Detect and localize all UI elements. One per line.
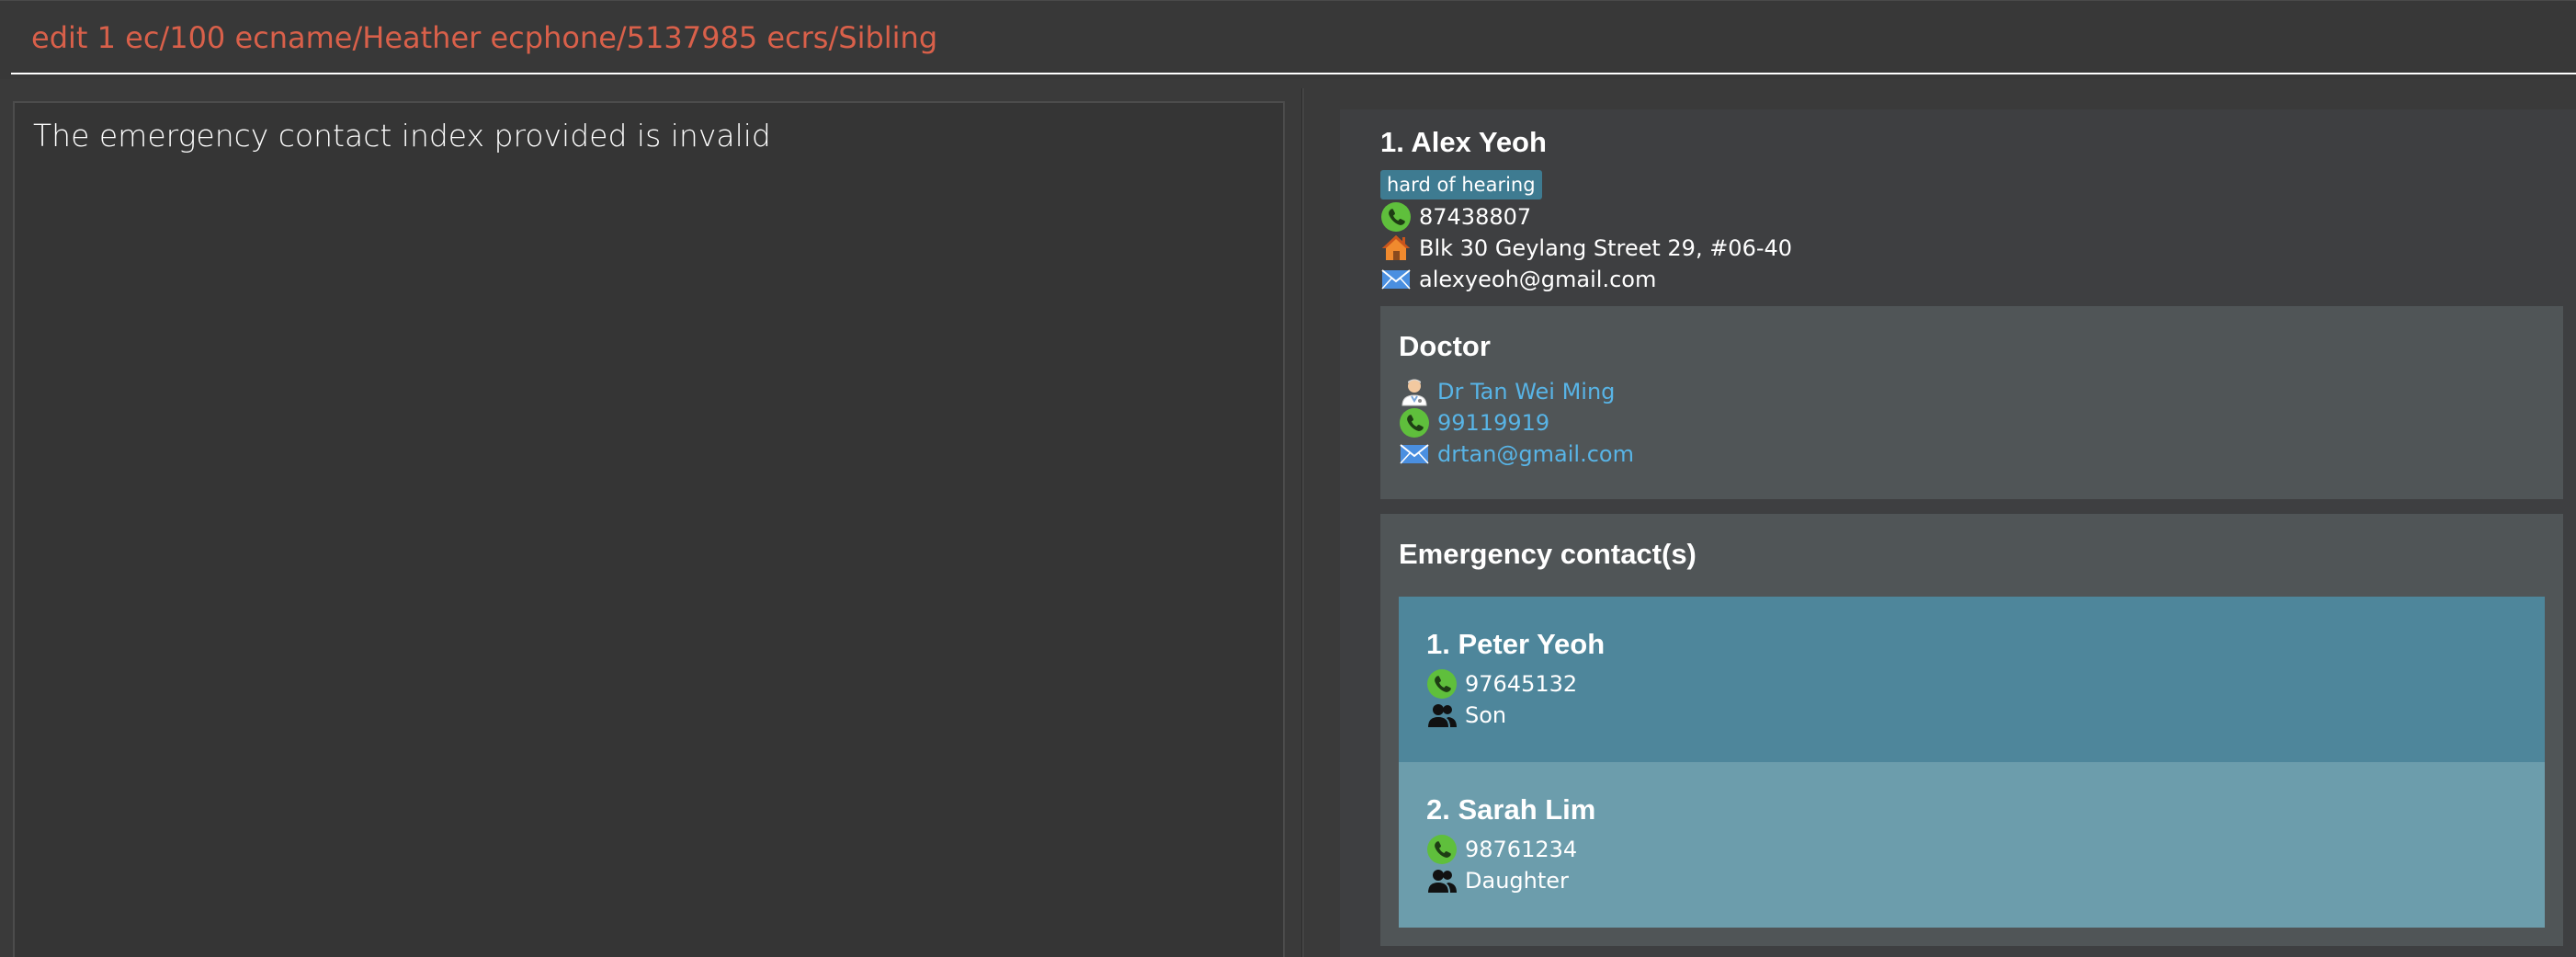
phone-icon xyxy=(1399,407,1430,439)
emergency-contact-phone: 97645132 xyxy=(1465,671,1578,697)
people-icon xyxy=(1426,865,1458,896)
emergency-contact-relationship: Son xyxy=(1465,702,1507,728)
phone-icon xyxy=(1426,668,1458,700)
doctor-name: Dr Tan Wei Ming xyxy=(1437,379,1616,404)
doctor-phone: 99119919 xyxy=(1437,410,1550,436)
emergency-contact-relationship-row: Son xyxy=(1426,700,1506,731)
emergency-contact-relationship-row: Daughter xyxy=(1426,865,1569,896)
emergency-contact-name: 1. Peter Yeoh xyxy=(1426,628,1606,660)
command-input[interactable] xyxy=(11,3,2576,74)
person-email: alexyeoh@gmail.com xyxy=(1419,267,1657,292)
person-address-row: Blk 30 Geylang Street 29, #06-40 xyxy=(1380,233,1792,264)
emergency-contact-card[interactable]: 1. Peter Yeoh 97645132 Son xyxy=(1399,597,2545,762)
person-email-row: alexyeoh@gmail.com xyxy=(1380,264,1656,295)
emergency-contact-relationship: Daughter xyxy=(1465,868,1569,894)
emergency-contacts-heading: Emergency contact(s) xyxy=(1399,538,1697,570)
emergency-contact-phone: 98761234 xyxy=(1465,837,1578,862)
emergency-contacts-section: Emergency contact(s) 1. Peter Yeoh 97645… xyxy=(1380,514,2563,946)
command-box xyxy=(0,0,2576,79)
doctor-phone-row: 99119919 xyxy=(1399,407,1549,439)
person-name: 1. Alex Yeoh xyxy=(1380,126,1547,158)
split-pane-divider[interactable] xyxy=(1301,88,1304,957)
doctor-email: drtan@gmail.com xyxy=(1437,441,1634,467)
envelope-icon xyxy=(1399,439,1430,470)
doctor-heading: Doctor xyxy=(1399,330,1491,362)
person-phone: 87438807 xyxy=(1419,204,1532,230)
doctor-section: Doctor Dr Tan Wei Ming 99119919 drtan@gm… xyxy=(1380,306,2563,499)
person-card[interactable]: 1. Alex Yeoh hard of hearing 87438807 Bl… xyxy=(1340,109,2576,957)
emergency-contact-phone-row: 97645132 xyxy=(1426,668,1577,700)
doctor-name-row: Dr Tan Wei Ming xyxy=(1399,376,1615,407)
result-display: The emergency contact index provided is … xyxy=(13,101,1285,957)
phone-icon xyxy=(1426,834,1458,865)
phone-icon xyxy=(1380,201,1412,233)
tag-badge: hard of hearing xyxy=(1380,170,1542,199)
people-icon xyxy=(1426,700,1458,731)
doctor-icon xyxy=(1399,376,1430,407)
person-address: Blk 30 Geylang Street 29, #06-40 xyxy=(1419,235,1793,261)
doctor-email-row: drtan@gmail.com xyxy=(1399,439,1634,470)
envelope-icon xyxy=(1380,264,1412,295)
emergency-contact-card[interactable]: 2. Sarah Lim 98761234 Daughter xyxy=(1399,762,2545,928)
emergency-contact-name: 2. Sarah Lim xyxy=(1426,793,1596,826)
emergency-contact-phone-row: 98761234 xyxy=(1426,834,1577,865)
person-phone-row: 87438807 xyxy=(1380,201,1531,233)
result-message: The emergency contact index provided is … xyxy=(33,118,771,154)
house-icon xyxy=(1380,233,1412,264)
